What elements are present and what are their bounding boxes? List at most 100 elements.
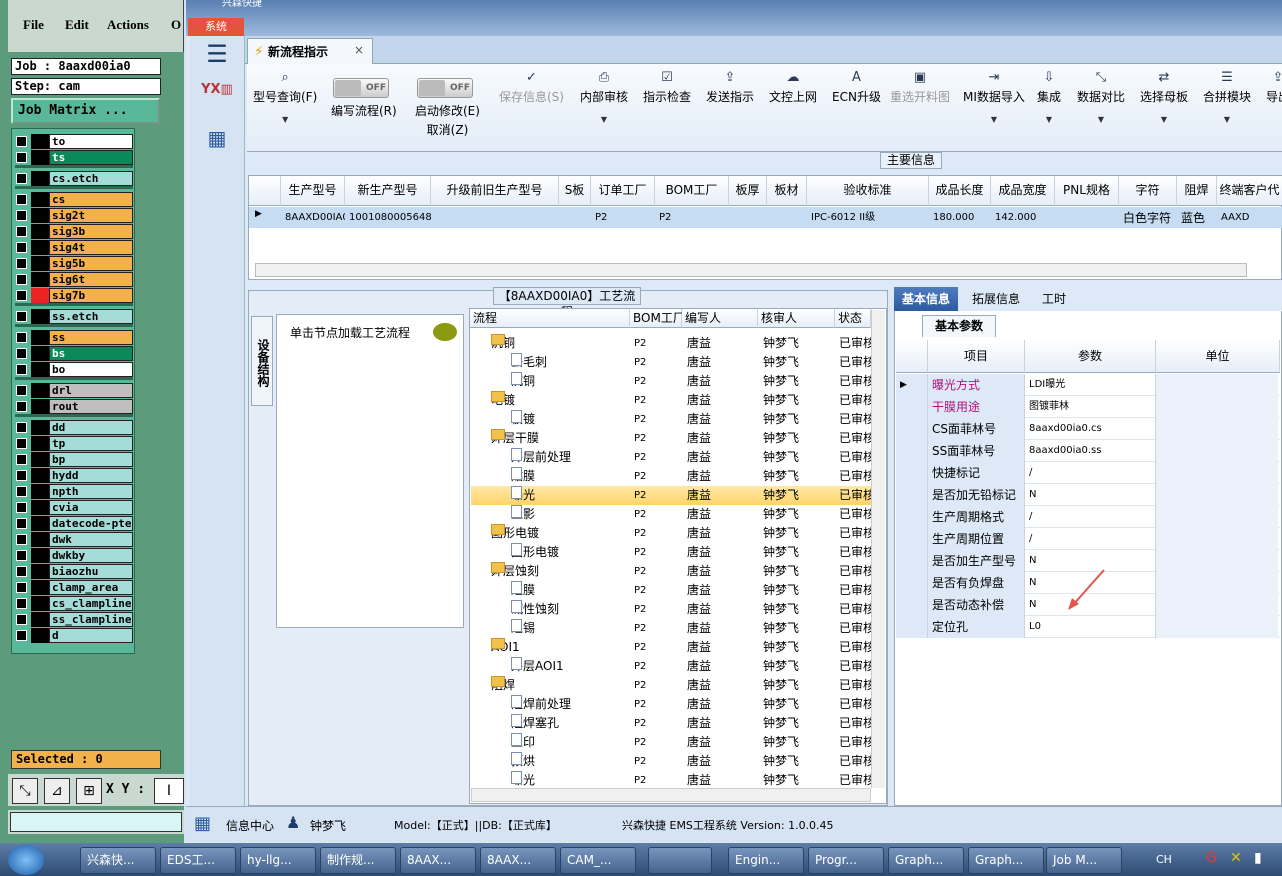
param-row[interactable]: 快捷标记 /	[896, 462, 1280, 484]
tree-column-header[interactable]: 编写人	[682, 309, 758, 328]
ribbon-button[interactable]: ⇩ 集成 ▼	[1037, 68, 1061, 124]
layer-checkbox[interactable]	[16, 470, 27, 481]
layer-row[interactable]: ss.etch	[15, 309, 133, 324]
column-header[interactable]: S板	[559, 176, 591, 206]
main-grid-hscroll[interactable]	[255, 263, 1247, 277]
taskbar-button[interactable]	[648, 847, 712, 874]
tree-column-header[interactable]: 流程	[470, 309, 630, 328]
layer-row[interactable]: ss	[15, 330, 133, 345]
ribbon-button[interactable]: OFF 编写流程(R)	[331, 68, 397, 119]
grid-icon[interactable]: ⊞	[76, 778, 102, 804]
layer-checkbox[interactable]	[16, 258, 27, 269]
process-tree-node[interactable]: 去毛刺 P2 唐益 钟梦飞 已审核	[471, 353, 875, 372]
subtab-basic-params[interactable]: 基本参数	[922, 315, 996, 337]
equipment-structure-tab[interactable]: 设备结构	[251, 316, 273, 406]
layer-checkbox[interactable]	[16, 614, 27, 625]
tab-extended-info[interactable]: 拓展信息	[964, 287, 1028, 311]
system-button[interactable]: 系统	[188, 18, 244, 36]
column-header[interactable]: 阻焊	[1177, 176, 1217, 206]
ribbon-button[interactable]: OFF 启动修改(E) 取消(Z)	[415, 68, 480, 138]
column-header[interactable]: 成品宽度	[991, 176, 1055, 206]
layer-row[interactable]: cs	[15, 192, 133, 207]
param-row[interactable]: 定位孔 L0	[896, 616, 1280, 638]
ribbon-button[interactable]: ⇪ 发送指示	[706, 68, 754, 105]
layer-checkbox[interactable]	[16, 486, 27, 497]
ribbon-button[interactable]: ⇪ 导出	[1266, 68, 1282, 105]
param-unit[interactable]	[1156, 440, 1278, 462]
menu-options[interactable]: O	[171, 17, 181, 33]
ribbon-button[interactable]: ▣ 重选开料图	[890, 68, 950, 105]
column-header[interactable]: PNL规格	[1055, 176, 1119, 206]
process-tree-node[interactable]: 退锡 P2 唐益 钟梦飞 已审核	[471, 619, 875, 638]
command-input[interactable]	[10, 812, 182, 832]
taskbar-button[interactable]: Graph...	[888, 847, 964, 874]
process-tree-node[interactable]: ⊟图形电镀 P2 唐益 钟梦飞 已审核	[471, 524, 875, 543]
tray-app-icon[interactable]: ✕	[1230, 850, 1242, 866]
menu-file[interactable]: File	[23, 17, 44, 33]
layer-checkbox[interactable]	[16, 422, 27, 433]
process-tree-node[interactable]: 丝印 P2 唐益 钟梦飞 已审核	[471, 733, 875, 752]
ribbon-button[interactable]: ⎙ 内部审核 ▼	[580, 68, 628, 124]
ribbon-button[interactable]: ☁ 文控上网	[769, 68, 817, 105]
layer-row[interactable]: tp	[15, 436, 133, 451]
tab-new-flow[interactable]: ⚡ 新流程指示 ×	[247, 38, 373, 64]
layer-row[interactable]: to	[15, 134, 133, 149]
layer-row[interactable]: bs	[15, 346, 133, 361]
layer-row[interactable]: cs.etch	[15, 171, 133, 186]
param-value[interactable]: /	[1025, 506, 1156, 528]
start-button[interactable]	[8, 845, 44, 875]
taskbar-button[interactable]: 制作规...	[320, 847, 396, 874]
layer-checkbox[interactable]	[16, 242, 27, 253]
tree-hscroll[interactable]	[471, 788, 871, 802]
process-tree-node[interactable]: 图形电镀 P2 唐益 钟梦飞 已审核	[471, 543, 875, 562]
grid-apps-icon[interactable]: ▦	[194, 813, 211, 834]
process-tree-node[interactable]: 外层AOI1 P2 唐益 钟梦飞 已审核	[471, 657, 875, 676]
param-value[interactable]: L0	[1025, 616, 1156, 638]
dropdown-chevron-icon[interactable]: ▼	[580, 115, 628, 124]
column-header[interactable]: 生产型号	[281, 176, 345, 206]
hamburger-menu-icon[interactable]: ☰	[200, 40, 234, 70]
process-tree-node[interactable]: 预烘 P2 唐益 钟梦飞 已审核	[471, 752, 875, 771]
ribbon-button[interactable]: ☑ 指示检查	[643, 68, 691, 105]
param-value[interactable]: /	[1025, 462, 1156, 484]
measure-icon[interactable]: ⊿	[44, 778, 70, 804]
taskbar-button[interactable]: Graph...	[968, 847, 1044, 874]
param-unit[interactable]	[1156, 528, 1278, 550]
layer-checkbox[interactable]	[16, 348, 27, 359]
layer-checkbox[interactable]	[16, 194, 27, 205]
layer-checkbox[interactable]	[16, 550, 27, 561]
column-header[interactable]: 订单工厂	[591, 176, 655, 206]
taskbar-button[interactable]: Job M...	[1046, 847, 1122, 874]
layer-checkbox[interactable]	[16, 438, 27, 449]
ribbon-button[interactable]: ✓ 保存信息(S)	[499, 68, 564, 105]
column-header[interactable]: 板厚	[729, 176, 767, 206]
layer-row[interactable]: hydd	[15, 468, 133, 483]
process-tree-node[interactable]: ⊟沉铜 P2 唐益 钟梦飞 已审核	[471, 334, 875, 353]
language-indicator[interactable]: CH	[1156, 853, 1172, 866]
process-tree-node[interactable]: 沉铜 P2 唐益 钟梦飞 已审核	[471, 372, 875, 391]
tab-basic-info[interactable]: 基本信息	[894, 287, 959, 311]
layer-checkbox[interactable]	[16, 274, 27, 285]
layer-row[interactable]: sig3b	[15, 224, 133, 239]
layer-row[interactable]: rout	[15, 399, 133, 414]
layer-row[interactable]: dd	[15, 420, 133, 435]
column-header[interactable]: 验收标准	[807, 176, 929, 206]
tab-work-hours[interactable]: 工时	[1034, 287, 1074, 311]
param-unit[interactable]	[1156, 572, 1278, 594]
dropdown-chevron-icon[interactable]: ▼	[1077, 115, 1125, 124]
layer-row[interactable]: cs_clampline	[15, 596, 133, 611]
layer-row[interactable]: sig2t	[15, 208, 133, 223]
layer-row[interactable]: datecode-pte	[15, 516, 133, 531]
layer-checkbox[interactable]	[16, 534, 27, 545]
param-unit[interactable]	[1156, 396, 1278, 418]
process-tree-node[interactable]: ⊟外层干膜 P2 唐益 钟梦飞 已审核	[471, 429, 875, 448]
param-value[interactable]: 图镀菲林	[1025, 396, 1156, 418]
param-unit[interactable]	[1156, 418, 1278, 440]
xy-input[interactable]: I	[154, 778, 184, 804]
param-value[interactable]: 8aaxd00ia0.cs	[1025, 418, 1156, 440]
layer-checkbox[interactable]	[16, 518, 27, 529]
param-row[interactable]: CS面菲林号 8aaxd00ia0.cs	[896, 418, 1280, 440]
layer-checkbox[interactable]	[16, 226, 27, 237]
ribbon-button[interactable]: ⤡ 数据对比 ▼	[1077, 68, 1125, 124]
ribbon-button[interactable]: ☰ 合拼模块 ▼	[1203, 68, 1251, 124]
